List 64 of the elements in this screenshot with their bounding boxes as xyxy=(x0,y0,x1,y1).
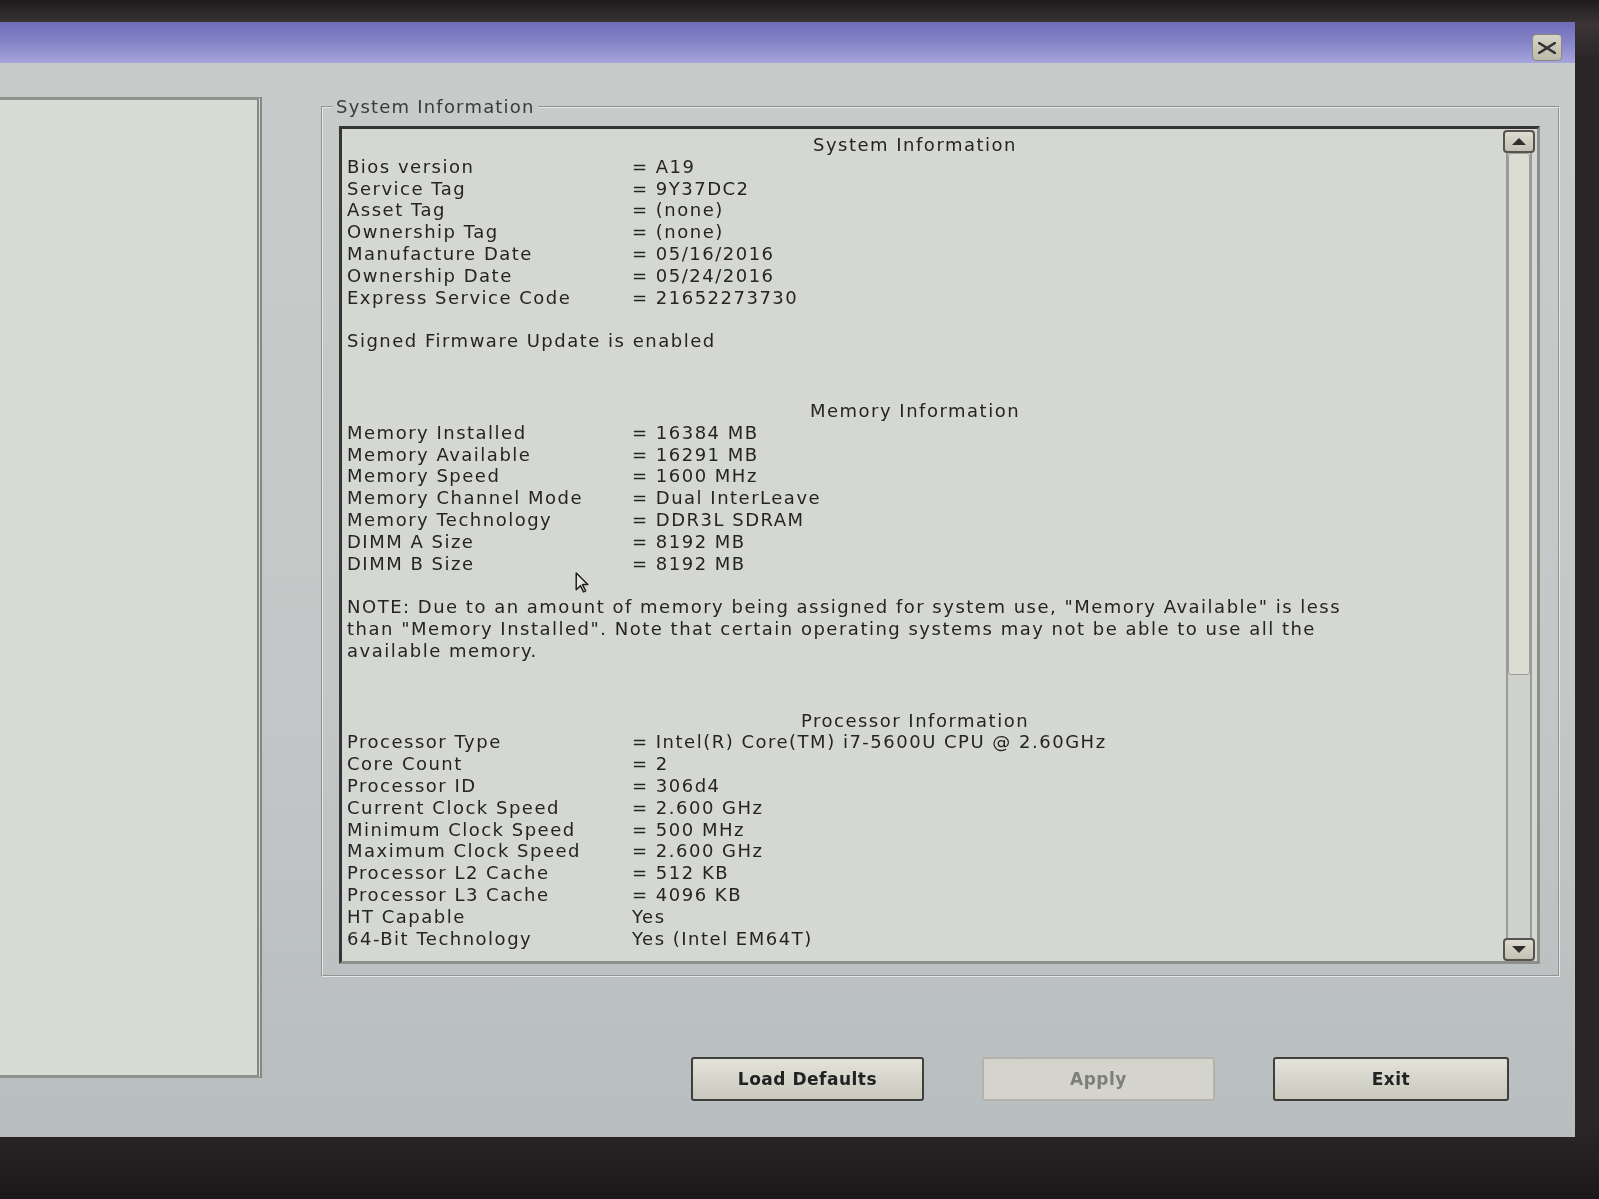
info-label: Processor L2 Cache xyxy=(347,862,551,884)
info-value: = 2.600 GHz xyxy=(632,796,765,819)
info-value: = 21652273730 xyxy=(632,286,799,309)
info-value: = (none) xyxy=(632,221,725,243)
close-icon xyxy=(1538,41,1556,54)
info-label: HT Capable xyxy=(347,905,467,928)
caret-up-icon xyxy=(1512,138,1526,145)
info-value: = (none) xyxy=(632,199,725,222)
info-label: Asset Tag xyxy=(347,199,447,222)
info-label: Memory Channel Mode xyxy=(347,487,585,509)
info-label: Minimum Clock Speed xyxy=(347,818,577,841)
caret-down-icon xyxy=(1512,946,1526,953)
info-label: Service Tag xyxy=(347,177,468,200)
scrollbar-thumb[interactable] xyxy=(1508,153,1530,675)
info-label: Manufacture Date xyxy=(347,243,534,265)
info-value: = DDR3L SDRAM xyxy=(632,508,806,531)
info-value: = 2 xyxy=(632,753,670,775)
info-label: 64-Bit Technology xyxy=(347,927,534,950)
info-value: = 8192 MB xyxy=(632,530,747,553)
footer-button[interactable]: Exit xyxy=(1273,1057,1509,1101)
info-label: Bios version xyxy=(347,155,476,178)
info-value: = 16291 MB xyxy=(632,443,760,466)
info-note: NOTE: Due to an amount of memory being assigned for system use, "Memory Available" is less than "Memory Installed". Note that certain operating systems may not be able to use all the available memory. xyxy=(347,596,1343,662)
info-value: Yes (Intel EM64T) xyxy=(632,927,814,950)
scroll-down-button[interactable] xyxy=(1503,938,1535,961)
info-label: Processor L3 Cache xyxy=(347,883,551,906)
info-value: = 05/24/2016 xyxy=(632,264,776,287)
info-label: Core Count xyxy=(347,753,464,775)
info-value: = A19 xyxy=(632,155,697,178)
info-value: = 1600 MHz xyxy=(632,465,759,488)
scroll-up-button[interactable] xyxy=(1503,130,1535,153)
info-label: DIMM B Size xyxy=(347,552,476,575)
group-title: System Information xyxy=(335,96,536,118)
info-label: Processor ID xyxy=(347,774,478,797)
info-value: = 500 MHz xyxy=(632,818,746,841)
info-label: Memory Installed xyxy=(347,421,528,444)
info-value: = 16384 MB xyxy=(632,421,760,444)
info-value: = Intel(R) Core(TM) i7-5600U CPU @ 2.60GHz xyxy=(632,731,1107,754)
info-value: = 2.600 GHz xyxy=(632,840,765,863)
info-label: DIMM A Size xyxy=(347,530,476,553)
info-value: = Dual InterLeave xyxy=(632,487,822,509)
info-label: Current Clock Speed xyxy=(347,796,561,819)
info-value: Yes xyxy=(632,905,667,928)
info-label: Ownership Date xyxy=(347,264,514,287)
info-label: Processor Type xyxy=(347,731,503,754)
info-value: = 306d4 xyxy=(632,774,722,797)
info-value: = 05/16/2016 xyxy=(632,243,776,265)
info-value: = 8192 MB xyxy=(632,552,747,575)
close-button[interactable] xyxy=(1532,34,1562,61)
footer-button[interactable]: Load Defaults xyxy=(691,1057,924,1101)
info-label: Express Service Code xyxy=(347,286,573,309)
section-heading: Processor Information xyxy=(799,709,1031,732)
info-label: Memory Technology xyxy=(347,508,554,531)
mouse-pointer-icon xyxy=(575,572,589,593)
info-value: = 512 KB xyxy=(632,862,731,884)
info-label: Maximum Clock Speed xyxy=(347,840,582,863)
section-heading: System Information xyxy=(811,134,1018,156)
info-note: Signed Firmware Update is enabled xyxy=(347,330,717,352)
section-heading: Memory Information xyxy=(808,399,1022,422)
info-value: = 9Y37DC2 xyxy=(632,177,751,200)
info-label: Memory Available xyxy=(347,443,533,466)
info-label: Memory Speed xyxy=(347,465,502,488)
info-value: = 4096 KB xyxy=(632,883,743,906)
info-label: Ownership Tag xyxy=(347,221,500,243)
